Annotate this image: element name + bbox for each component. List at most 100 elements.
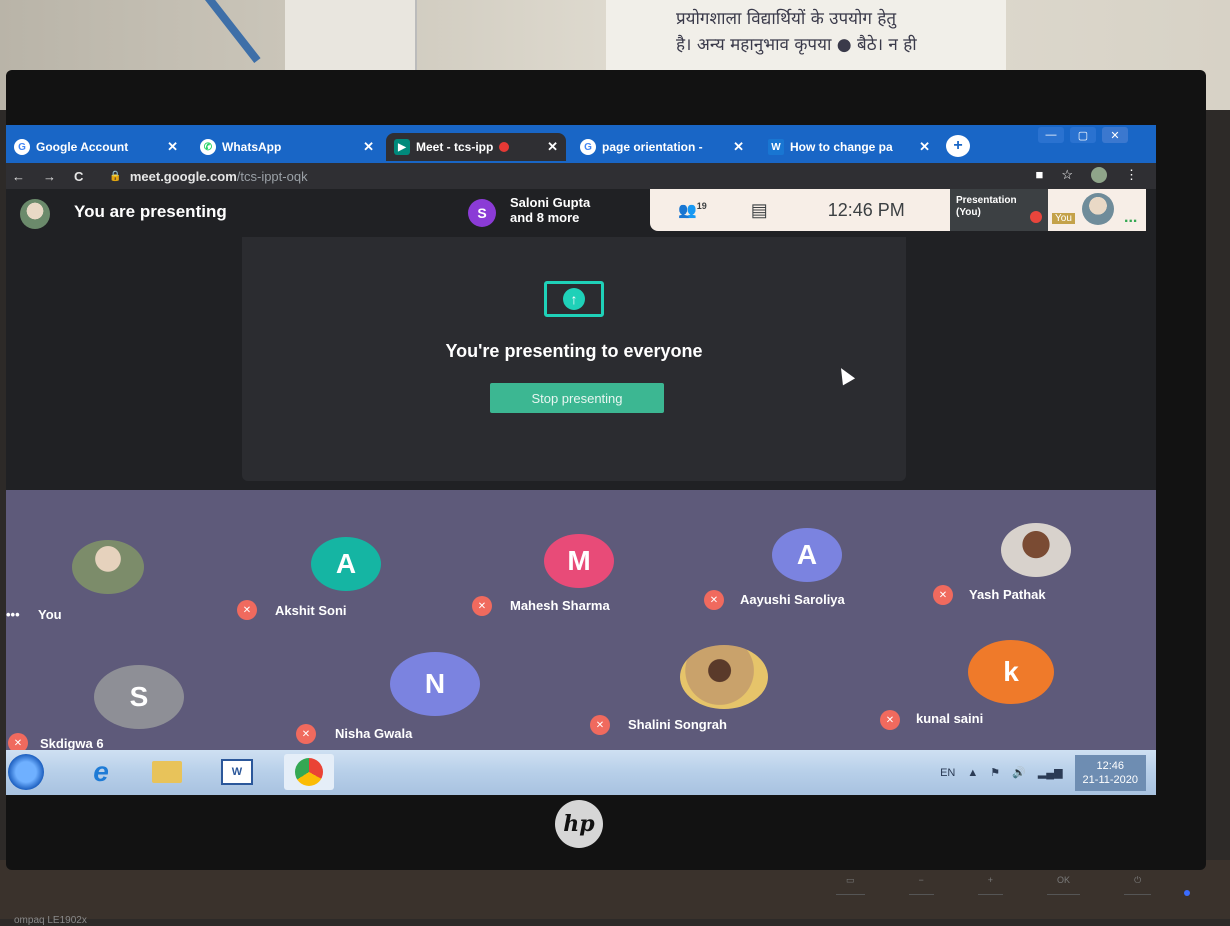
active-speaker-name: Saloni Gupta [510,195,591,210]
url-field[interactable]: 🔒 meet.google.com/tcs-ippt-oqk [109,169,307,184]
network-signal-icon[interactable]: ▂▄▆ [1038,766,1063,779]
monitor-power-button: ⏻ [1124,875,1152,895]
wall-notice: प्रयोगशाला विद्यार्थियों के उपयोग हेतु ह… [606,0,1006,72]
participant-photo [1001,523,1071,577]
monitor-minus-button: − [908,875,934,895]
url-path: /tcs-ippt-oqk [236,168,308,184]
file-explorer-icon[interactable] [142,754,192,790]
participant-name: Nisha Gwala [335,726,413,741]
tab-meet[interactable]: ▶ Meet - tcs-ipp ✕ [386,133,566,161]
monitor-model-label: ompaq LE1902x [14,915,87,926]
tab-label: page orientation - [602,140,703,154]
system-tray: EN ▲ ⚑ 🔊 ▂▄▆ 12:46 21-11-2020 [940,750,1146,795]
active-speaker-avatar: S [468,199,496,227]
monitor-screen: G Google Account ✕ ✆ WhatsApp ✕ ▶ Meet -… [6,125,1156,795]
reload-icon[interactable]: C [74,169,83,184]
self-view-tile[interactable]: You ... [1048,189,1146,231]
participant-name: Mahesh Sharma [510,598,610,613]
address-bar: ← → C 🔒 meet.google.com/tcs-ippt-oqk ■ ☆… [6,163,1156,189]
google-icon: G [14,139,30,155]
participant-name: Skdigwa 6 [40,736,104,751]
url-domain: meet.google.com [129,168,237,184]
close-tab-icon[interactable]: ✕ [363,139,374,155]
mic-off-icon: ✕ [933,585,953,605]
star-icon[interactable]: ☆ [1061,167,1073,183]
tray-time: 12:46 [1096,759,1125,772]
notice-line-1: प्रयोगशाला विद्यार्थियों के उपयोग हेतु [676,9,897,29]
tab-whatsapp[interactable]: ✆ WhatsApp ✕ [192,133,382,161]
people-count: 19 [696,201,707,211]
tray-arrow-icon[interactable]: ▲ [967,767,978,779]
participant-avatar: k [968,640,1054,704]
minimize-button[interactable]: — [1038,127,1064,143]
new-tab-button[interactable]: + [946,135,970,157]
mic-off-icon: ✕ [880,710,900,730]
mic-off-icon: ✕ [590,715,610,735]
participant-photo [680,645,768,709]
chat-icon[interactable]: ▤ [751,200,768,221]
word-icon[interactable]: W [212,754,262,790]
kebab-menu-icon[interactable]: ⋮ [1125,167,1138,183]
tab-google-account[interactable]: G Google Account ✕ [6,133,186,161]
power-led [1184,890,1190,896]
meeting-info-panel: 👥19 ▤ 12:46 PM [650,189,950,231]
internet-explorer-icon[interactable]: e [76,754,126,790]
tab-label: Google Account [36,140,129,154]
wall-pipe [205,0,261,64]
active-speaker-label: Saloni Gupta and 8 more [510,195,590,225]
monitor-plus-button: + [977,875,1004,895]
participant-name: You [38,607,62,622]
chrome-icon[interactable] [284,754,334,790]
participant-avatar: S [94,665,184,729]
forward-icon[interactable]: → [43,169,56,184]
recording-dot-icon [499,142,510,152]
monitor-buttons: ▭ − + OK ⏻ [836,875,1152,895]
back-icon[interactable]: ← [12,169,25,184]
tray-date: 21-11-2020 [1082,773,1138,786]
google-icon: G [580,139,596,155]
presenter-avatar [20,199,50,229]
start-button[interactable] [8,754,44,790]
more-options-icon[interactable]: ... [1124,209,1137,227]
volume-icon[interactable]: 🔊 [1012,766,1026,779]
close-window-button[interactable]: ✕ [1102,127,1128,143]
docs-icon: W [768,139,784,155]
hp-logo: hp [555,800,603,848]
language-indicator[interactable]: EN [940,767,955,779]
active-speaker-others: and 8 more [510,210,580,225]
close-tab-icon[interactable]: ✕ [547,139,558,155]
participant-avatar: A [311,537,381,591]
tab-label: WhatsApp [222,140,282,154]
tab-page-orientation[interactable]: G page orientation - ✕ [572,133,752,161]
mic-off-icon: ✕ [472,596,492,616]
action-center-flag-icon[interactable]: ⚑ [990,766,1000,779]
participant-avatar: A [772,528,842,582]
close-tab-icon[interactable]: ✕ [919,139,930,155]
participant-avatar: M [544,534,614,588]
presentation-tile[interactable]: Presentation (You) [950,189,1048,231]
presenting-title: You're presenting to everyone [445,341,703,361]
people-button[interactable]: 👥19 [678,201,707,219]
self-view-avatar [1082,193,1114,225]
participant-name: Yash Pathak [969,587,1046,602]
meet-icon: ▶ [394,139,410,155]
profile-avatar[interactable] [1091,167,1107,183]
close-tab-icon[interactable]: ✕ [733,139,744,155]
tab-label: How to change pa [790,140,893,154]
notice-line-2: है। अन्य महानुभाव कृपया ● बैठे। न ही [676,35,917,55]
navigation-buttons: ← → C [6,169,83,184]
mic-off-icon: ✕ [296,724,316,744]
participant-name: Aayushi Saroliya [740,592,845,607]
stop-presenting-button[interactable]: Stop presenting [490,383,664,413]
meeting-clock: 12:46 PM [827,199,905,220]
presentation-tile-title: Presentation [956,195,1017,206]
maximize-button[interactable]: ▢ [1070,127,1096,143]
tray-clock[interactable]: 12:46 21-11-2020 [1074,754,1146,791]
camera-icon[interactable]: ■ [1035,167,1043,183]
participant-avatar: N [390,652,480,716]
present-screen-icon: ↑ [544,281,604,317]
windows-taskbar: e W EN ▲ ⚑ 🔊 ▂▄▆ 12:46 21-11-2020 [6,750,1156,795]
tab-how-to-change[interactable]: W How to change pa ✕ [760,133,938,161]
close-tab-icon[interactable]: ✕ [167,139,178,155]
mic-off-icon [1030,211,1042,223]
